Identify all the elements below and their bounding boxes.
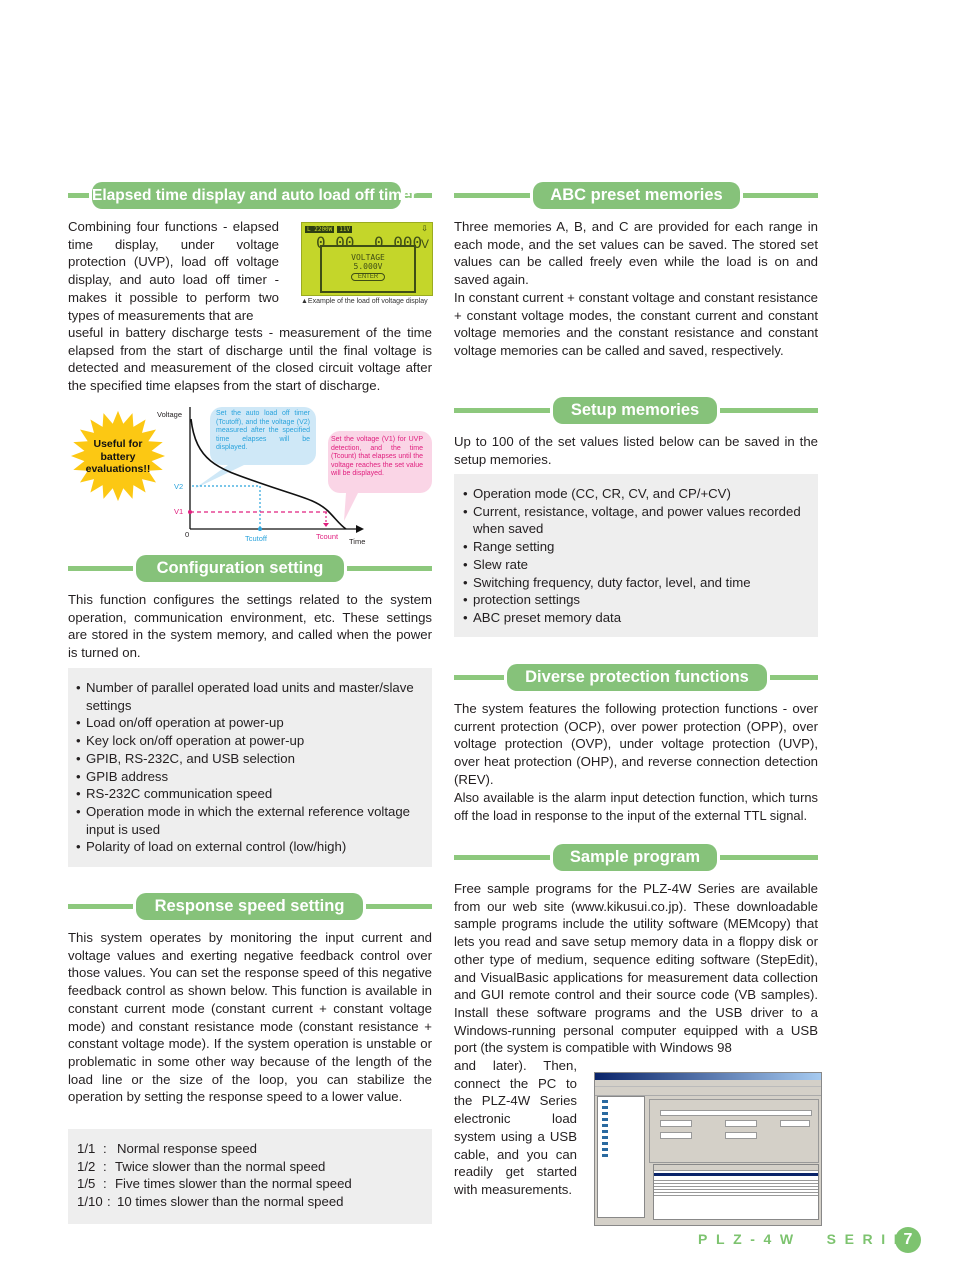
- elapsed-body-text: useful in battery discharge tests - meas…: [68, 325, 432, 394]
- section-header-elapsed: Elapsed time display and auto load off t…: [68, 182, 432, 210]
- protection-text-1: The system features the following protec…: [454, 701, 818, 787]
- section-title: Setup memories: [553, 397, 717, 424]
- list-item: Number of parallel operated load units a…: [76, 679, 428, 714]
- section-header-abc: ABC preset memories: [454, 182, 818, 210]
- v1-marker: [188, 510, 192, 514]
- diagram-tcount-label: Tcount: [316, 532, 339, 541]
- window-menubar: [595, 1080, 821, 1087]
- list-item: Operation mode (CC, CR, CV, and CP/+CV): [463, 485, 813, 503]
- speed-ratio: 1/2: [77, 1158, 96, 1174]
- section-header-response: Response speed setting: [68, 893, 432, 921]
- speed-row: 1/5: Five times slower than the normal sp…: [77, 1175, 352, 1193]
- speed-row: 1/10:10 times slower than the normal spe…: [77, 1193, 352, 1211]
- tcutoff-marker: [258, 527, 262, 531]
- abc-text-2: In constant current + constant voltage a…: [454, 290, 818, 359]
- tcount-arrow: [323, 523, 329, 527]
- speed-sep: :: [103, 1158, 107, 1174]
- lcd-unit: V: [420, 237, 429, 251]
- list-item: Key lock on/off operation at power-up: [76, 732, 428, 750]
- speed-desc: 10 times slower than the normal speed: [117, 1194, 344, 1210]
- elapsed-intro-text: Combining four functions - elapsed time …: [68, 219, 279, 323]
- lcd-caption: ▲Example of the load off voltage display: [301, 298, 428, 305]
- section-title: Response speed setting: [136, 893, 363, 920]
- list-item: ABC preset memory data: [463, 609, 813, 627]
- diagram-v1-label: V1: [174, 507, 184, 516]
- software-screenshot: [594, 1072, 822, 1226]
- config-text: This function configures the settings re…: [68, 592, 432, 661]
- section-title: Diverse protection functions: [507, 664, 767, 691]
- window-toolbar: [595, 1087, 821, 1096]
- speed-ratio: 1/5: [77, 1176, 96, 1192]
- speed-sep: :: [103, 1141, 107, 1156]
- list-item: protection settings: [463, 591, 813, 609]
- config-list-box: Number of parallel operated load units a…: [68, 668, 432, 867]
- speed-sep: :: [107, 1194, 111, 1210]
- list-item: GPIB, RS-232C, and USB selection: [76, 750, 428, 768]
- section-title: ABC preset memories: [533, 182, 740, 209]
- lcd-popup-title: VOLTAGE: [351, 253, 385, 262]
- list-item: Load on/off operation at power-up: [76, 714, 428, 732]
- setup-text: Up to 100 of the set values listed below…: [454, 434, 818, 467]
- list-item: Range setting: [463, 538, 813, 556]
- list-item: GPIB address: [76, 768, 428, 786]
- section-header-config: Configuration setting: [68, 555, 432, 583]
- list-item: Operation mode in which the external ref…: [76, 803, 428, 838]
- list-item: Current, resistance, voltage, and power …: [463, 503, 813, 538]
- burst-text: Useful for battery evaluations!!: [85, 438, 151, 475]
- section-title: Configuration setting: [136, 555, 344, 582]
- lcd-display-image: L 2200W 11V ⇩ 0.00 0.000 V VOLTAGE 5.000…: [301, 222, 433, 296]
- section-title: Sample program: [553, 844, 717, 871]
- speed-ratio: 1/1: [77, 1141, 96, 1156]
- sample-text: Free sample programs for the PLZ-4W Seri…: [454, 881, 818, 1056]
- speed-desc: Twice slower than the normal speed: [115, 1158, 326, 1174]
- lcd-tag: L 2200W: [305, 226, 335, 233]
- window-tree-panel: [597, 1096, 645, 1218]
- list-item: Switching frequency, duty factor, level,…: [463, 574, 813, 592]
- section-title: Elapsed time display and auto load off t…: [92, 182, 417, 209]
- response-text: This system operates by monitoring the i…: [68, 930, 432, 1105]
- speed-sep: :: [103, 1176, 107, 1192]
- window-form-panel: [649, 1099, 819, 1163]
- diagram-y-label: Voltage: [157, 410, 183, 419]
- speed-desc: Five times slower than the normal speed: [115, 1176, 352, 1192]
- lcd-tag: 11V: [337, 226, 353, 233]
- callout-blue-text: Set the auto load off timer (Tcutoff), a…: [216, 410, 310, 452]
- speed-row: 1/2: Twice slower than the normal speed: [77, 1158, 352, 1176]
- x-axis-arrow: [356, 525, 364, 533]
- section-header-setup: Setup memories: [454, 397, 818, 425]
- diagram-tcutoff-label: Tcutoff: [245, 534, 267, 543]
- speed-row: 1/1: Normal response speed: [77, 1140, 352, 1158]
- speed-ratio: 1/10: [77, 1194, 103, 1210]
- list-item: Slew rate: [463, 556, 813, 574]
- lcd-popup-value: 5.000V: [353, 262, 383, 271]
- section-header-protection: Diverse protection functions: [454, 664, 818, 692]
- diagram-v2-label: V2: [174, 482, 184, 491]
- list-item: RS-232C communication speed: [76, 785, 428, 803]
- list-item: Polarity of load on external control (lo…: [76, 838, 428, 856]
- setup-list-box: Operation mode (CC, CR, CV, and CP/+CV) …: [454, 474, 818, 637]
- page-number: 7: [895, 1227, 921, 1253]
- speed-list: 1/1: Normal response speed 1/2: Twice slow…: [77, 1140, 352, 1211]
- setup-list: Operation mode (CC, CR, CV, and CP/+CV) …: [463, 485, 813, 627]
- sample-side-text: and later). Then, connect the PC to the …: [454, 1058, 577, 1197]
- window-titlebar: [595, 1073, 821, 1080]
- lcd-popup: VOLTAGE 5.000V ENTER: [320, 245, 416, 293]
- window-table: [653, 1164, 819, 1220]
- callout-pink-text: Set the voltage (V1) for UVP detection, …: [331, 436, 423, 478]
- lcd-popup-button: ENTER: [351, 273, 385, 281]
- speed-desc: Normal response speed: [117, 1141, 258, 1156]
- lcd-arrow-icon: ⇩: [421, 224, 428, 233]
- response-speed-box: 1/1: Normal response speed 1/2: Twice slow…: [68, 1129, 432, 1224]
- section-header-sample: Sample program: [454, 844, 818, 872]
- diagram-origin: 0: [185, 530, 190, 539]
- protection-text-2: Also available is the alarm input detect…: [454, 790, 818, 823]
- config-list: Number of parallel operated load units a…: [76, 679, 428, 856]
- abc-text-1: Three memories A, B, and C are provided …: [454, 219, 818, 288]
- diagram-x-label: Time: [349, 537, 366, 546]
